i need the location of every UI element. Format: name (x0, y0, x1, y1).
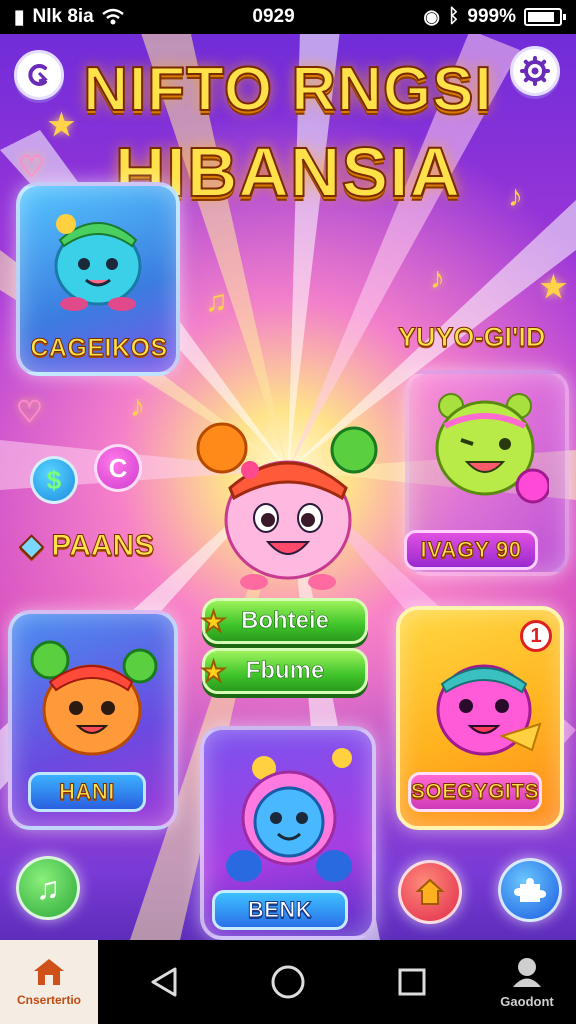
menu-button-2[interactable]: ★ Fbume (200, 648, 368, 694)
coin-dollar-icon[interactable]: $ (30, 456, 78, 504)
puzzle-button[interactable] (498, 858, 562, 922)
card-pill-benk[interactable]: BENK (212, 890, 348, 930)
house-icon (34, 959, 64, 985)
circle-home-icon (271, 965, 305, 999)
coin-dollar-symbol: $ (46, 464, 62, 495)
menu-button-1-label: Bohteie (240, 607, 330, 635)
pink-monster-character (436, 664, 542, 756)
status-bar: ▮ Nlk 8ia 0929 ◉ ᛒ 999% (0, 0, 576, 34)
game-title-line1: NIFTO RNGSI (82, 54, 493, 125)
paans-label-text: PAANS (51, 529, 155, 563)
green-bear-character (435, 393, 549, 504)
card-pill-hani[interactable]: HANI (28, 772, 146, 812)
gear-icon (520, 56, 550, 86)
heart-decoration: ♡ (16, 396, 43, 429)
blue-monster-character (54, 214, 142, 311)
notification-badge: 1 (520, 620, 552, 652)
music-button[interactable]: ♫ (16, 856, 80, 920)
system-recents-button[interactable] (392, 962, 432, 1002)
orange-monster-character (30, 640, 158, 756)
back-button[interactable] (14, 50, 64, 100)
battery-icon (524, 8, 566, 26)
user-icon (513, 957, 541, 987)
battery-percent: 999% (467, 6, 516, 27)
wifi-icon (101, 8, 124, 25)
music-note-decoration: ♪ (430, 262, 445, 295)
menu-button-2-label: Fbume (245, 657, 325, 685)
card-pill-hani-label: HANI (59, 779, 115, 805)
alarm-icon: ◉ (423, 6, 440, 28)
diamond-icon: ◆ (19, 529, 44, 563)
home-shortcut-button[interactable] (398, 860, 462, 924)
music-note-icon: ♫ (36, 869, 60, 906)
system-home-button[interactable] (268, 962, 308, 1002)
system-back-button[interactable] (144, 962, 184, 1002)
pink-hero-character (196, 422, 378, 590)
star-icon: ★ (200, 606, 227, 638)
heart-decoration: ♡ (18, 151, 45, 184)
navigation-bar: Cnsertertio Gaodont (0, 940, 576, 1024)
coin-c-icon[interactable]: C (94, 444, 142, 492)
star-icon: ★ (200, 656, 227, 688)
music-note-decoration: ♪ (508, 180, 523, 213)
puzzle-icon (514, 878, 546, 902)
blue-robot-character (226, 748, 352, 882)
nav-home-label: Cnsertertio (16, 993, 81, 1007)
signal-icon: ▮ (14, 6, 25, 28)
star-decoration: ★ (540, 271, 567, 304)
refresh-back-icon (28, 64, 48, 86)
card-pill-ivagy[interactable]: IVAGY 90 (404, 530, 538, 570)
paans-label[interactable]: ◆ PAANS (19, 528, 155, 563)
clock-text: 0929 (252, 6, 295, 27)
card-pill-benk-label: BENK (247, 897, 313, 923)
card-pill-soegygits-label: SOEGYGITS (410, 780, 540, 804)
nav-account-label: Gaodont (500, 993, 554, 1009)
music-note-decoration: ♪ (130, 390, 145, 423)
bluetooth-icon: ᛒ (447, 6, 460, 27)
carrier-text: Nlk 8ia (32, 6, 94, 27)
music-note-decoration: ♫ (205, 285, 228, 318)
card-pill-soegygits[interactable]: SOEGYGITS (408, 772, 542, 812)
settings-button[interactable] (510, 46, 560, 96)
triangle-back-icon (151, 967, 177, 997)
coin-c-symbol: C (108, 452, 128, 483)
menu-button-1[interactable]: ★ Bohteie (200, 598, 368, 644)
nav-account-tab[interactable]: Gaodont (478, 940, 576, 1024)
game-screen: ♫ ♪ ♪ ♪ ♡ ★ ★ ♡ ▮ Nlk 8ia 0929 ◉ ᛒ 999% (0, 0, 576, 1024)
card-label-yuyo: YUYO-GI'ID (397, 322, 546, 353)
card-label-cageikos: CAGEIKOS (30, 333, 168, 362)
card-pill-ivagy-label: IVAGY 90 (420, 537, 522, 563)
house-icon (415, 878, 445, 905)
nav-home-tab[interactable]: Cnsertertio (0, 940, 98, 1024)
square-recents-icon (398, 968, 426, 996)
